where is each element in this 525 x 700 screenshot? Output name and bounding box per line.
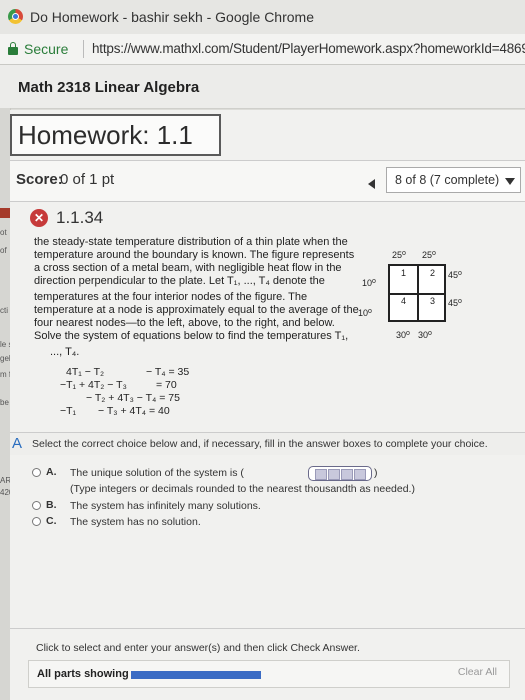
solution-answer-box[interactable] [308,466,372,481]
question-selector[interactable]: 8 of 8 (7 complete) [386,167,521,193]
problem-line: Solve the system of equations below to f… [34,330,349,342]
strip-text: le s [0,340,10,349]
boundary-temp-top-left: 25o [392,250,406,260]
instructions-marker: A [12,435,23,452]
node-label-3: 3 [430,296,436,306]
boundary-temp-right-top: 45o [448,270,462,280]
answer-input-t4[interactable] [354,469,366,480]
question-number: 1.1.34 [56,208,104,227]
option-a-text[interactable]: The unique solution of the system is ( [70,467,244,479]
footer-bar: All parts showing Clear All [28,660,510,688]
chevron-down-icon[interactable] [505,178,515,185]
instructions-bar: A Select the correct choice below and, i… [10,432,525,455]
strip-text: be [0,398,9,407]
option-c-letter[interactable]: C. [46,515,57,527]
footer-divider [10,628,525,629]
homework-title-box: Homework: 1.1 [10,114,221,156]
boundary-temp-left-top: 10o [362,278,376,288]
problem-line: temperatures at the four interior nodes … [34,291,308,303]
homework-title: Homework: 1.1 [18,120,193,150]
node-label-2: 2 [430,268,436,278]
boundary-temp-right-bottom: 45o [448,298,462,308]
boundary-temp-left-bottom: 10o [358,308,372,318]
equation-4b: − T₃ + 4T₄ = 40 [98,405,170,417]
option-b-text[interactable]: The system has infinitely many solutions… [70,500,261,512]
option-a-radio[interactable] [32,468,41,477]
window-titlebar: Do Homework - bashir sekh - Google Chrom… [0,0,525,35]
equation-2b: = 70 [156,379,177,391]
boundary-temp-bottom-left: 30o [396,330,410,340]
parts-showing-label: All parts showing [37,668,129,680]
equation-1b: − T₄ = 35 [146,366,190,378]
address-bar[interactable]: Secure https://www.mathxl.com/Student/Pl… [0,34,525,65]
instructions-text: Select the correct choice below and, if … [32,438,488,450]
strip-text: cti [0,306,8,315]
problem-line: temperature at a node is approximately e… [34,304,359,316]
score-bar: Score: 0 of 1 pt 8 of 8 (7 complete) [10,160,525,202]
strip-text: m f [0,370,10,379]
problem-line: temperature around the boundary is known… [34,249,355,261]
clear-all-button[interactable]: Clear All [458,666,497,678]
node-label-4: 4 [401,296,407,306]
course-header: Math 2318 Linear Algebra [0,65,525,109]
chrome-logo-icon [8,9,23,24]
boundary-temp-top-right: 25o [422,250,436,260]
temperature-grid-figure: 25o 25o 10o 10o 45o 45o 30o 30o 1 2 4 3 [350,248,462,370]
score-label: Score: [16,171,63,188]
problem-line: direction perpendicular to the plate. Le… [34,275,325,287]
course-title: Math 2318 Linear Algebra [18,79,200,96]
option-a-letter[interactable]: A. [46,466,57,478]
option-c-radio[interactable] [32,517,41,526]
boundary-temp-bottom-right: 30o [418,330,432,340]
strip-text: ot [0,228,7,237]
homework-main: Homework: 1.1 Score: 0 of 1 pt 8 of 8 (7… [10,110,525,700]
incorrect-x-icon: ✕ [30,209,48,227]
parts-progress-fill [131,671,261,679]
question-progress: 8 of 8 (7 complete) [395,173,500,187]
option-a-note: (Type integers or decimals rounded to th… [70,483,415,495]
option-a-close-paren: ) [374,467,378,479]
problem-line: ..., T₄. [50,346,80,358]
node-grid: 1 2 4 3 [388,264,446,322]
answer-input-t3[interactable] [341,469,353,480]
problem-line: the steady-state temperature distributio… [34,236,348,248]
strip-text: ARA [0,476,10,485]
secure-label[interactable]: Secure [24,41,68,57]
option-b-radio[interactable] [32,501,41,510]
previous-question-icon[interactable] [368,179,375,189]
answer-input-t1[interactable] [315,469,327,480]
score-value: 0 of 1 pt [60,171,115,188]
strip-text: gel [0,354,10,363]
problem-line: four nearest nodes—to the left, above, t… [34,317,335,329]
equation-2a: −T₁ + 4T₂ − T₃ [60,379,127,391]
address-separator [83,40,84,58]
answer-input-t2[interactable] [328,469,340,480]
equation-3a: − T₂ + 4T₃ − T₄ = 75 [86,392,180,404]
grid-line-horizontal [390,293,444,295]
lock-icon[interactable] [8,42,18,55]
option-c-text[interactable]: The system has no solution. [70,516,201,528]
parts-progress-bar [131,671,261,679]
equation-1a: 4T₁ − T₂ [66,366,105,378]
option-b-letter[interactable]: B. [46,499,57,511]
footer-hint: Click to select and enter your answer(s)… [36,642,360,654]
window-title: Do Homework - bashir sekh - Google Chrom… [30,9,314,25]
node-label-1: 1 [401,268,407,278]
equation-4a: −T₁ [60,405,77,417]
url-text[interactable]: https://www.mathxl.com/Student/PlayerHom… [92,41,525,56]
strip-marker [0,208,10,218]
strip-text: of [0,246,7,255]
strip-text: 420 [0,488,10,497]
problem-line: a cross section of a metal beam, with ne… [34,262,342,274]
